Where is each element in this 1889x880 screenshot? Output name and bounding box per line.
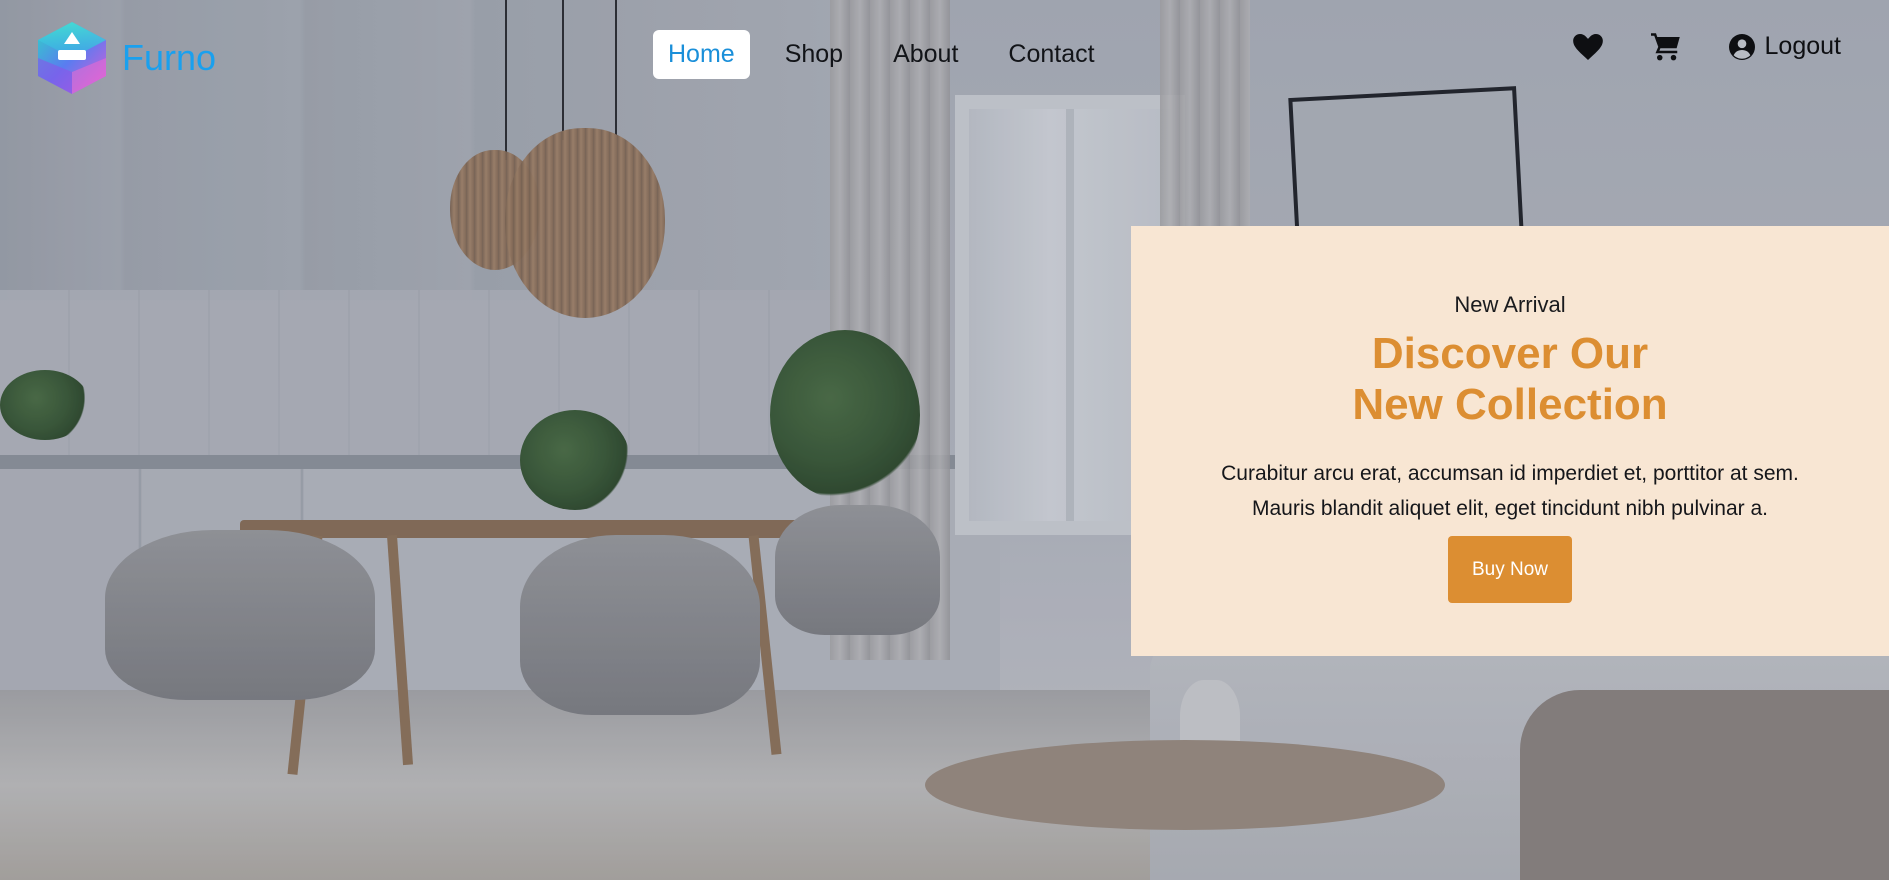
logout-label: Logout <box>1764 32 1841 60</box>
nav-link-home[interactable]: Home <box>653 30 750 79</box>
nav-link-contact[interactable]: Contact <box>993 30 1109 79</box>
main-nav: Home Shop About Contact <box>653 30 1130 79</box>
promo-title: Discover Our New Collection <box>1131 328 1889 430</box>
brand-name: Furno <box>122 37 217 78</box>
header-actions: Logout <box>1525 32 1841 61</box>
user-circle-icon <box>1728 33 1755 60</box>
heart-icon <box>1572 33 1603 60</box>
nav-link-shop[interactable]: Shop <box>770 30 858 79</box>
promo-title-line-2: New Collection <box>1352 380 1668 429</box>
new-arrival-promo-card: New Arrival Discover Our New Collection … <box>1131 226 1889 656</box>
buy-now-button[interactable]: Buy Now <box>1447 536 1573 603</box>
promo-description: Curabitur arcu erat, accumsan id imperdi… <box>1160 456 1860 526</box>
promo-description-line-2: Mauris blandit aliquet elit, eget tincid… <box>1252 497 1768 520</box>
promo-description-line-1: Curabitur arcu erat, accumsan id imperdi… <box>1221 462 1799 485</box>
promo-title-line-1: Discover Our <box>1371 329 1649 378</box>
cart-button[interactable] <box>1650 32 1681 61</box>
site-header: Furno Home Shop About Contact Logout <box>0 0 1889 100</box>
cart-icon <box>1650 32 1680 60</box>
wishlist-button[interactable] <box>1572 33 1603 60</box>
logo-hexagon-icon <box>38 22 106 94</box>
nav-link-about[interactable]: About <box>878 30 973 79</box>
brand-logo-link[interactable]: Furno <box>36 20 216 96</box>
logout-button[interactable]: Logout <box>1728 32 1841 61</box>
promo-kicker: New Arrival <box>1454 292 1566 317</box>
